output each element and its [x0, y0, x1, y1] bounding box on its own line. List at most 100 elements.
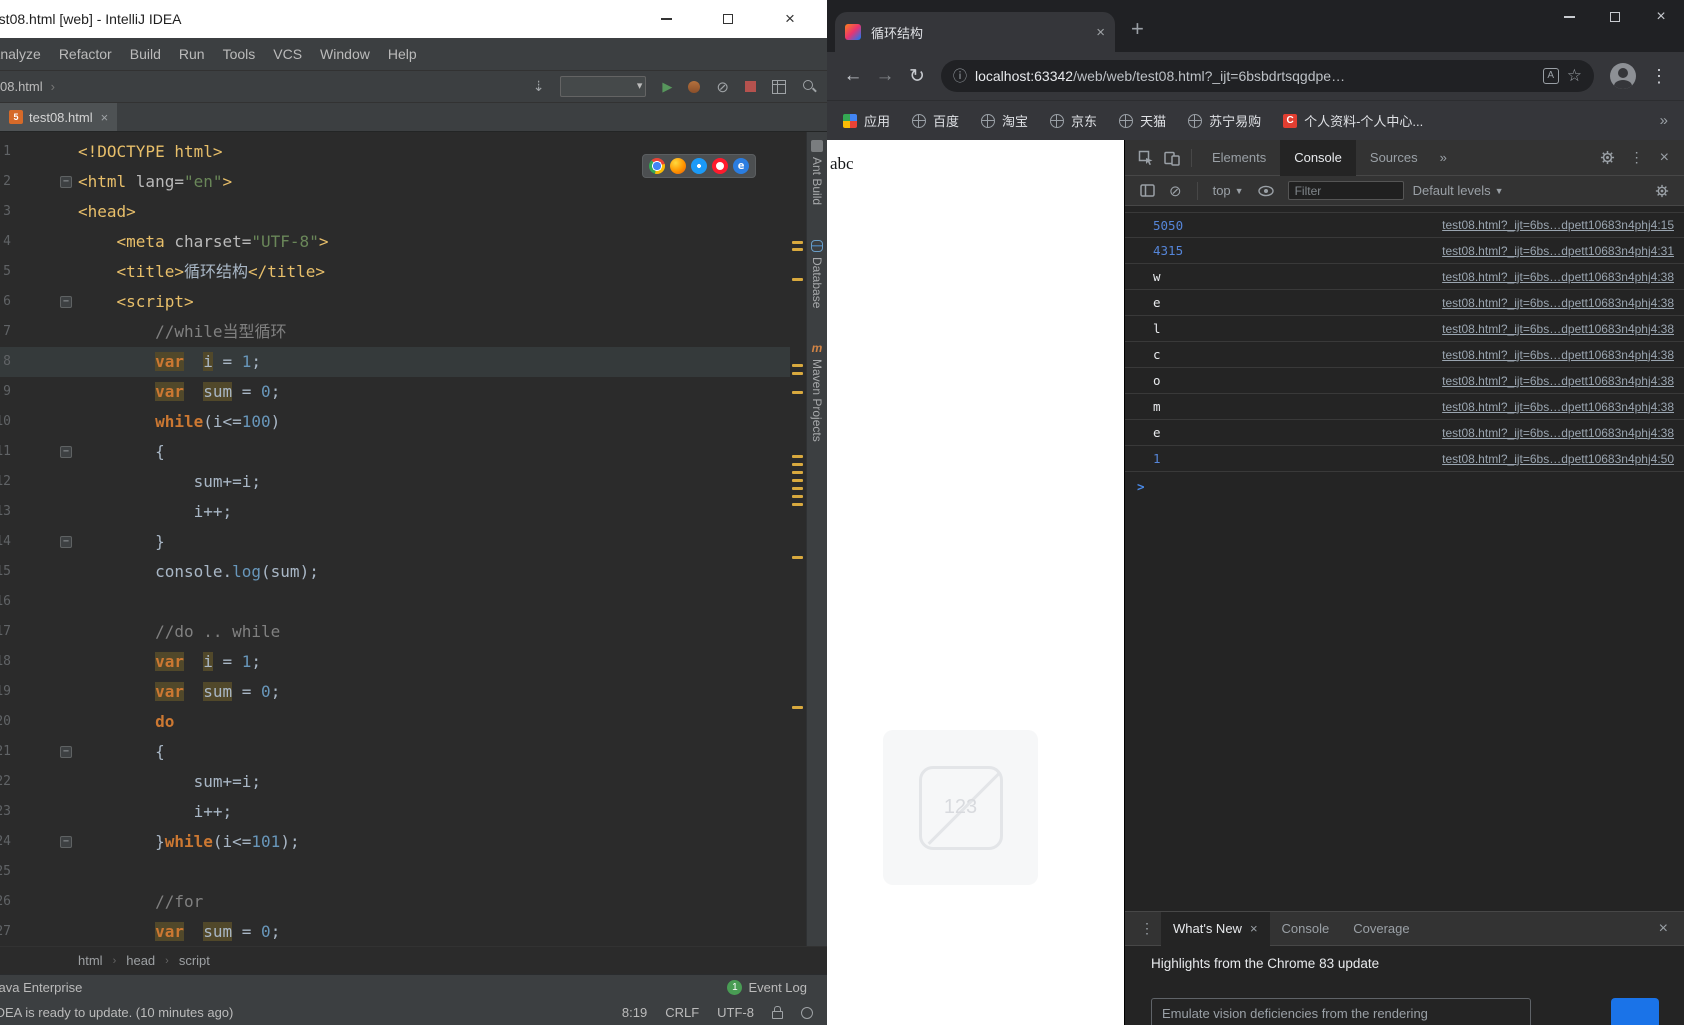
- devtools-settings-gear-icon[interactable]: [1595, 145, 1621, 171]
- page-info-icon[interactable]: ⓘ: [953, 66, 967, 86]
- bookmark-item[interactable]: 淘宝: [981, 111, 1028, 130]
- scrollbar-markers[interactable]: [790, 132, 806, 946]
- web-page[interactable]: abc 123: [827, 140, 1124, 1025]
- lock-icon[interactable]: [772, 1006, 783, 1019]
- device-toolbar-icon[interactable]: [1159, 145, 1185, 171]
- fold-marker[interactable]: −: [60, 296, 72, 308]
- new-tab-button[interactable]: +: [1131, 16, 1144, 42]
- editor-tab-test08[interactable]: 5 test08.html ×: [0, 103, 118, 131]
- whats-new-item[interactable]: Emulate vision deficiencies from the ren…: [1151, 998, 1531, 1025]
- menu-item-tools[interactable]: Tools: [214, 46, 265, 62]
- tab-close-icon[interactable]: ×: [101, 110, 109, 125]
- devtools-close-icon[interactable]: ×: [1653, 149, 1676, 167]
- source-link[interactable]: test08.html?_ijt=6bs…dpett10683n4phj4:50: [1442, 452, 1674, 466]
- translate-icon[interactable]: A: [1542, 68, 1559, 84]
- stop-button[interactable]: [745, 81, 756, 92]
- browser-menu-icon[interactable]: ⋮: [1644, 66, 1674, 87]
- ide-close-button[interactable]: ×: [782, 9, 798, 28]
- edge-icon[interactable]: e: [733, 158, 749, 174]
- forward-button[interactable]: →: [869, 60, 901, 92]
- sort-icon[interactable]: ⇣: [533, 78, 545, 95]
- menu-item-refactor[interactable]: Refactor: [50, 46, 121, 62]
- source-link[interactable]: test08.html?_ijt=6bs…dpett10683n4phj4:38: [1442, 374, 1674, 388]
- bookmark-item[interactable]: 天猫: [1119, 111, 1166, 130]
- indicator-icon[interactable]: [801, 1006, 813, 1019]
- fold-marker[interactable]: −: [60, 176, 72, 188]
- ide-maximize-button[interactable]: [720, 11, 736, 27]
- run-config-dropdown[interactable]: ▾: [560, 76, 647, 97]
- reload-button[interactable]: ↻: [901, 60, 933, 92]
- search-everywhere-icon[interactable]: [802, 79, 817, 94]
- coverage-button[interactable]: ⊘: [716, 78, 729, 96]
- tool-button-maven[interactable]: m Maven Projects: [807, 342, 827, 442]
- breadcrumb-head[interactable]: head: [126, 953, 155, 968]
- breadcrumb-script[interactable]: script: [179, 953, 210, 968]
- console-messages[interactable]: 5050 test08.html?_ijt=6bs…dpett10683n4phj…: [1125, 206, 1684, 911]
- bookmarks-overflow-icon[interactable]: »: [1660, 112, 1668, 129]
- layout-grid-icon[interactable]: [772, 79, 786, 94]
- source-link[interactable]: test08.html?_ijt=6bs…dpett10683n4phj4:38: [1442, 348, 1674, 362]
- menu-item-run[interactable]: Run: [170, 46, 214, 62]
- bookmark-item[interactable]: 百度: [912, 111, 959, 130]
- drawer-tab-console[interactable]: Console: [1270, 912, 1342, 946]
- source-link[interactable]: test08.html?_ijt=6bs…dpett10683n4phj4:38: [1442, 322, 1674, 336]
- whats-new-blue-thumbnail[interactable]: [1611, 998, 1659, 1025]
- menu-item-analyze[interactable]: Analyze: [0, 46, 50, 62]
- run-button[interactable]: ▶: [662, 79, 672, 95]
- tab-close-icon[interactable]: ×: [1250, 921, 1258, 936]
- bookmark-item[interactable]: 应用: [843, 111, 890, 130]
- drawer-close-icon[interactable]: ×: [1651, 920, 1676, 938]
- source-link[interactable]: test08.html?_ijt=6bs…dpett10683n4phj4:38: [1442, 296, 1674, 310]
- browser-tab[interactable]: 循环结构 ×: [835, 12, 1115, 52]
- fold-marker[interactable]: −: [60, 836, 72, 848]
- context-selector[interactable]: top ▼: [1213, 183, 1244, 198]
- menu-item-help[interactable]: Help: [379, 46, 426, 62]
- bookmark-item[interactable]: C 个人资料-个人中心...: [1283, 111, 1423, 130]
- console-sidebar-icon[interactable]: [1134, 178, 1160, 204]
- debug-button[interactable]: [688, 80, 701, 93]
- navbar-file[interactable]: 08.html: [0, 79, 43, 94]
- clear-console-icon[interactable]: ⊘: [1169, 182, 1182, 200]
- source-link[interactable]: test08.html?_ijt=6bs…dpett10683n4phj4:31: [1442, 244, 1674, 258]
- line-separator[interactable]: CRLF: [665, 1005, 699, 1020]
- code-area[interactable]: e 1 <!DOCTYPE html> 2− <html lang="en"> 3 <he…: [0, 132, 790, 946]
- safari-icon[interactable]: [691, 158, 707, 174]
- chrome-close-button[interactable]: ×: [1638, 0, 1684, 34]
- menu-item-vcs[interactable]: VCS: [264, 46, 311, 62]
- chrome-icon[interactable]: [649, 158, 665, 174]
- fold-marker[interactable]: −: [60, 746, 72, 758]
- source-link[interactable]: test08.html?_ijt=6bs…dpett10683n4phj4:15: [1442, 218, 1674, 232]
- devtools-tab-elements[interactable]: Elements: [1198, 140, 1280, 176]
- bookmark-item[interactable]: 苏宁易购: [1188, 111, 1261, 130]
- ide-minimize-button[interactable]: [658, 11, 674, 27]
- console-prompt[interactable]: >: [1125, 472, 1684, 500]
- firefox-icon[interactable]: [670, 158, 686, 174]
- drawer-menu-icon[interactable]: ⋮: [1133, 920, 1161, 937]
- console-filter-input[interactable]: [1287, 181, 1404, 200]
- tab-close-icon[interactable]: ×: [1096, 24, 1105, 41]
- event-log-button[interactable]: Event Log: [748, 980, 807, 995]
- chrome-maximize-button[interactable]: [1592, 0, 1638, 34]
- opera-icon[interactable]: [712, 158, 728, 174]
- drawer-tab-coverage[interactable]: Coverage: [1341, 912, 1421, 946]
- tool-button-ant-build[interactable]: Ant Build: [807, 140, 827, 205]
- log-level-selector[interactable]: Default levels ▼: [1413, 183, 1504, 198]
- devtools-tab-sources[interactable]: Sources: [1356, 140, 1432, 176]
- back-button[interactable]: ←: [837, 60, 869, 92]
- address-bar[interactable]: ⓘ localhost:63342/web/web/test08.html?_i…: [941, 60, 1594, 92]
- devtools-menu-icon[interactable]: ⋮: [1623, 149, 1651, 166]
- more-tabs-icon[interactable]: »: [1432, 150, 1455, 165]
- console-settings-gear-icon[interactable]: [1649, 178, 1675, 204]
- file-encoding[interactable]: UTF-8: [717, 1005, 754, 1020]
- caret-position[interactable]: 8:19: [622, 1005, 647, 1020]
- breadcrumb-html[interactable]: html: [78, 953, 103, 968]
- devtools-tab-console[interactable]: Console: [1280, 139, 1356, 176]
- live-expression-eye-icon[interactable]: [1253, 178, 1279, 204]
- menu-item-window[interactable]: Window: [311, 46, 379, 62]
- bookmark-star-icon[interactable]: ☆: [1567, 66, 1582, 86]
- drawer-tab-what-s-new[interactable]: What's New ×: [1161, 912, 1270, 946]
- source-link[interactable]: test08.html?_ijt=6bs…dpett10683n4phj4:38: [1442, 426, 1674, 440]
- menu-item-build[interactable]: Build: [121, 46, 170, 62]
- inspect-element-icon[interactable]: [1133, 145, 1159, 171]
- source-link[interactable]: test08.html?_ijt=6bs…dpett10683n4phj4:38: [1442, 270, 1674, 284]
